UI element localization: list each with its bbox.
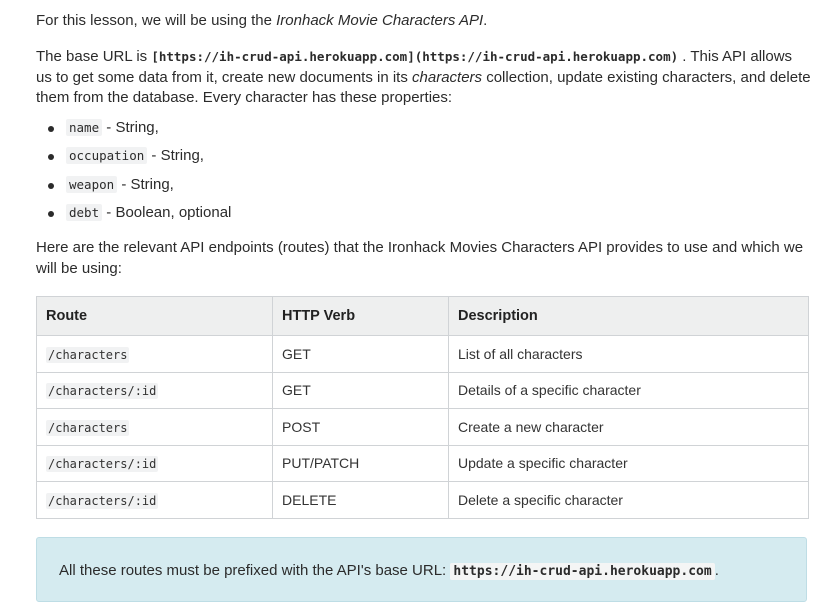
table-row: /characters/:id PUT/PATCH Update a speci… <box>36 444 809 482</box>
route-code: /characters <box>46 346 130 363</box>
base-url-prefix: The base URL is <box>36 48 152 65</box>
callout-text: All these routes must be prefixed with t… <box>59 562 451 579</box>
property-type: - String, <box>147 147 204 165</box>
route-code: /characters/:id <box>46 492 159 509</box>
route-code: /characters/:id <box>46 456 159 473</box>
table-row: /characters POST Create a new character <box>36 408 809 446</box>
property-type: - String, <box>102 119 159 136</box>
verb-cell: PUT/PATCH <box>272 444 449 482</box>
callout-url-code: https://ih-crud-api.herokuapp.com <box>450 563 715 580</box>
verb-cell: GET <box>272 371 449 409</box>
table-row: /characters/:id DELETE Delete a specific… <box>36 481 809 519</box>
info-callout: All these routes must be prefixed with t… <box>36 537 807 602</box>
route-code: /characters/:id <box>46 383 159 400</box>
route-cell: /characters/:id <box>36 481 273 519</box>
list-item: name - String, <box>36 116 231 144</box>
verb-cell: DELETE <box>272 481 449 519</box>
property-name: debt <box>66 203 103 221</box>
header-route: Route <box>36 296 273 336</box>
list-item: weapon - String, <box>36 173 231 201</box>
base-url-paragraph: The base URL is [https://ih-crud-api.her… <box>36 47 812 109</box>
verb-cell: GET <box>272 335 449 373</box>
table-header-row: Route HTTP Verb Description <box>36 296 809 336</box>
property-name: occupation <box>66 147 148 165</box>
table-row: /characters/:id GET Details of a specifi… <box>36 371 809 409</box>
property-type: - Boolean, optional <box>102 203 232 221</box>
description-cell: Details of a specific character <box>448 371 809 409</box>
description-cell: Delete a specific character <box>448 481 809 519</box>
base-url-code: [https://ih-crud-api.herokuapp.com](http… <box>151 49 679 64</box>
properties-list: name - String, occupation - String, weap… <box>36 116 231 229</box>
description-cell: List of all characters <box>448 335 809 373</box>
intro-paragraph: For this lesson, we will be using the Ir… <box>36 11 812 32</box>
table-row: /characters GET List of all characters <box>36 335 809 373</box>
api-name: Ironhack Movie Characters API <box>276 12 484 29</box>
route-cell: /characters/:id <box>36 371 273 409</box>
intro-text: For this lesson, we will be using the <box>36 12 277 29</box>
property-name: weapon <box>66 175 118 193</box>
route-cell: /characters <box>36 335 273 373</box>
callout-suffix: . <box>714 562 719 579</box>
property-name: name <box>66 119 103 136</box>
list-item: debt - Boolean, optional <box>36 201 231 229</box>
collection-name: characters <box>412 68 483 86</box>
routes-table: Route HTTP Verb Description /characters … <box>36 296 809 519</box>
route-cell: /characters/:id <box>36 444 273 482</box>
header-http-verb: HTTP Verb <box>272 296 449 336</box>
header-description: Description <box>448 296 809 336</box>
description-cell: Update a specific character <box>448 444 809 482</box>
intro-suffix: . <box>483 12 488 29</box>
list-item: occupation - String, <box>36 144 231 172</box>
description-cell: Create a new character <box>448 408 809 446</box>
property-type: - String, <box>117 175 174 193</box>
verb-cell: POST <box>272 408 449 446</box>
route-code: /characters <box>46 419 130 436</box>
route-cell: /characters <box>36 408 273 446</box>
routes-intro-paragraph: Here are the relevant API endpoints (rou… <box>36 239 804 277</box>
